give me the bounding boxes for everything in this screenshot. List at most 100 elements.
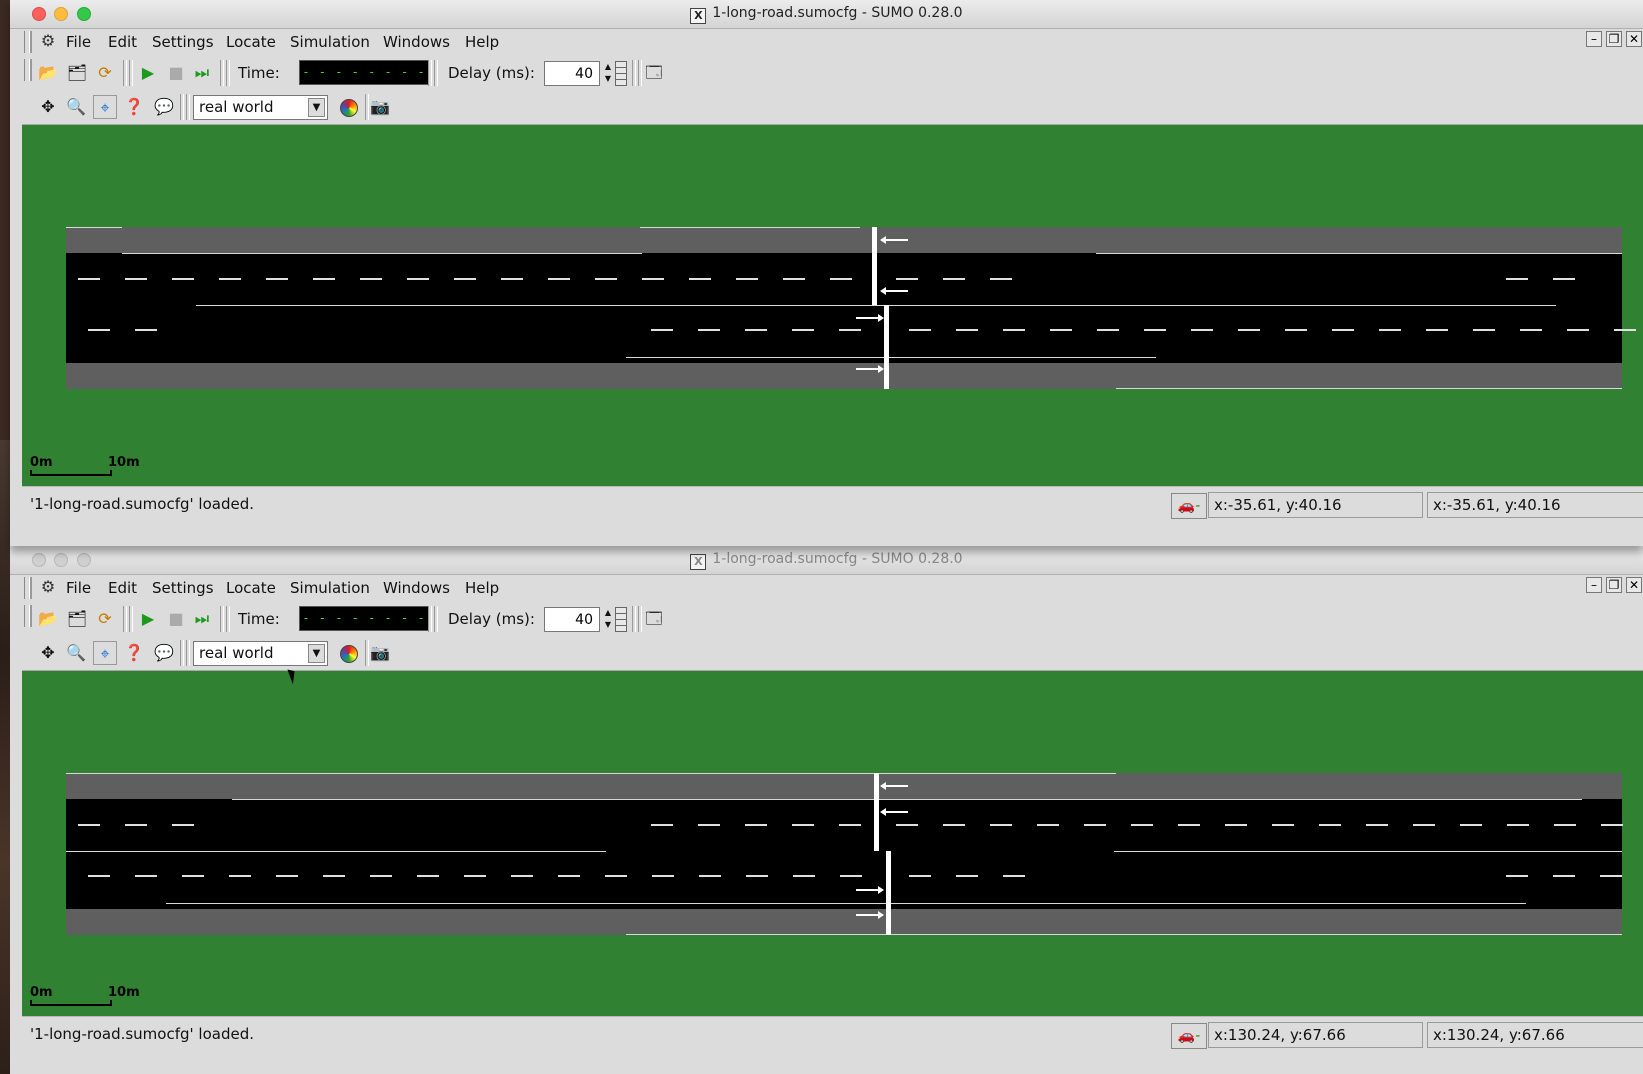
new-view-icon[interactable]: 🗔 xyxy=(642,61,666,85)
locate-junction-icon[interactable]: ❓ xyxy=(122,95,146,119)
lane-dash xyxy=(1050,329,1072,331)
delay-input[interactable] xyxy=(544,61,600,86)
viewport-select-value: real world xyxy=(199,98,274,116)
toolbar-separator xyxy=(180,640,184,666)
open-folder-icon[interactable]: 📂 xyxy=(36,607,60,631)
locate-junction-icon[interactable]: ❓ xyxy=(122,641,146,665)
menu-file[interactable]: File xyxy=(66,577,91,599)
lane-arrow xyxy=(880,236,908,244)
viewport-select[interactable]: real world ▼ xyxy=(193,95,328,120)
menu-help[interactable]: Help xyxy=(465,31,499,53)
menu-edit[interactable]: Edit xyxy=(108,577,137,599)
mdi-minimize-icon[interactable]: – xyxy=(1586,577,1602,593)
scale-start-label: 0m xyxy=(30,985,53,1000)
lane-dash xyxy=(511,875,533,877)
delay-input[interactable] xyxy=(544,607,600,632)
title-bar[interactable]: X 1-long-road.sumocfg - SUMO 0.28.0 xyxy=(10,0,1643,29)
new-view-icon[interactable]: 🗔 xyxy=(642,607,666,631)
zoom-icon[interactable]: 🔍 xyxy=(64,641,88,665)
open-folder-icon[interactable]: 📂 xyxy=(36,61,60,85)
step-icon[interactable]: ⏭ xyxy=(190,607,214,631)
camera-icon[interactable]: 📷 xyxy=(368,641,392,665)
lane-dash xyxy=(313,278,335,280)
recenter-icon[interactable]: ✥ xyxy=(36,95,60,119)
lane-dash xyxy=(464,875,486,877)
lane-dash xyxy=(909,875,931,877)
chevron-down-icon[interactable]: ▼ xyxy=(308,98,325,117)
lane-dash xyxy=(182,875,204,877)
lane-dash xyxy=(1191,329,1213,331)
color-wheel-icon[interactable] xyxy=(340,645,358,663)
mdi-close-icon[interactable]: ✕ xyxy=(1626,31,1642,47)
car-icon[interactable]: 🚗- xyxy=(1171,1023,1207,1049)
lane-edge xyxy=(66,773,1116,774)
menubar-grip[interactable] xyxy=(24,31,30,53)
toolbar-grip[interactable] xyxy=(24,59,30,81)
cursor-coordinates-geo: x:130.24, y:67.66 xyxy=(1208,1022,1423,1048)
lane-dash xyxy=(990,278,1012,280)
delay-slider[interactable] xyxy=(615,607,627,632)
select-icon[interactable]: ⌖ xyxy=(93,641,117,665)
menubar-grip[interactable] xyxy=(24,577,30,599)
cursor-coordinates: x:130.24, y:67.66 xyxy=(1427,1022,1643,1048)
lane-dash xyxy=(793,875,815,877)
mdi-restore-icon[interactable]: ❐ xyxy=(1606,577,1622,593)
menu-windows[interactable]: Windows xyxy=(383,31,450,53)
main-toolbar: 📂 🗂 ⟳ ▶ ■ ⏭ Time: - - - - - - - - - - - … xyxy=(22,56,1643,90)
lane-dash xyxy=(1506,875,1528,877)
delay-spinner-icon[interactable]: ▲ ▼ xyxy=(602,607,614,632)
delay-slider[interactable] xyxy=(615,61,627,86)
car-icon[interactable]: 🚗- xyxy=(1171,493,1207,519)
menu-locate[interactable]: Locate xyxy=(226,31,276,53)
menu-settings[interactable]: Settings xyxy=(152,31,214,53)
menu-settings[interactable]: Settings xyxy=(152,577,214,599)
viewport-select[interactable]: real world ▼ xyxy=(193,641,328,666)
lane-dash xyxy=(454,278,476,280)
lane-dash xyxy=(1413,824,1435,826)
step-icon[interactable]: ⏭ xyxy=(190,61,214,85)
camera-icon[interactable]: 📷 xyxy=(368,95,392,119)
lane-dash xyxy=(1319,824,1341,826)
time-label: Time: xyxy=(238,610,280,628)
delay-spinner-icon[interactable]: ▲ ▼ xyxy=(602,61,614,86)
mdi-minimize-icon[interactable]: – xyxy=(1586,31,1602,47)
menu-file[interactable]: File xyxy=(66,31,91,53)
lane-dash xyxy=(689,278,711,280)
menu-help[interactable]: Help xyxy=(465,577,499,599)
cursor-coordinates: x:-35.61, y:40.16 xyxy=(1427,492,1643,518)
menu-locate[interactable]: Locate xyxy=(226,577,276,599)
network-view-canvas[interactable]: 0m 10m xyxy=(22,125,1643,486)
title-bar[interactable]: X 1-long-road.sumocfg - SUMO 0.28.0 xyxy=(10,546,1643,575)
sumo-app-icon[interactable]: ⚙ xyxy=(39,578,57,596)
color-wheel-icon[interactable] xyxy=(340,99,358,117)
zoom-icon[interactable]: 🔍 xyxy=(64,95,88,119)
lane-dash xyxy=(172,824,194,826)
recent-files-icon[interactable]: ⟳ xyxy=(93,607,117,631)
toolbar-grip[interactable] xyxy=(24,605,30,627)
lane-edge xyxy=(232,799,1582,800)
select-icon[interactable]: ⌖ xyxy=(93,95,117,119)
lane-dash xyxy=(956,329,978,331)
reload-icon[interactable]: 🗂 xyxy=(65,607,89,631)
menu-windows[interactable]: Windows xyxy=(383,577,450,599)
network-view-canvas[interactable]: 0m 10m xyxy=(22,671,1643,1016)
mdi-restore-icon[interactable]: ❐ xyxy=(1606,31,1622,47)
scale-bar xyxy=(30,470,112,476)
play-icon[interactable]: ▶ xyxy=(136,61,160,85)
lane-dash xyxy=(943,824,965,826)
recenter-icon[interactable]: ✥ xyxy=(36,641,60,665)
tooltip-icon[interactable]: 💬 xyxy=(152,641,176,665)
stop-icon[interactable]: ■ xyxy=(164,61,188,85)
tooltip-icon[interactable]: 💬 xyxy=(152,95,176,119)
play-icon[interactable]: ▶ xyxy=(136,607,160,631)
menu-edit[interactable]: Edit xyxy=(108,31,137,53)
recent-files-icon[interactable]: ⟳ xyxy=(93,61,117,85)
sumo-app-icon[interactable]: ⚙ xyxy=(39,32,57,50)
menu-simulation[interactable]: Simulation xyxy=(290,31,370,53)
chevron-down-icon[interactable]: ▼ xyxy=(308,644,325,663)
mdi-close-icon[interactable]: ✕ xyxy=(1626,577,1642,593)
lane-dash xyxy=(956,875,978,877)
menu-simulation[interactable]: Simulation xyxy=(290,577,370,599)
stop-icon[interactable]: ■ xyxy=(164,607,188,631)
reload-icon[interactable]: 🗂 xyxy=(65,61,89,85)
